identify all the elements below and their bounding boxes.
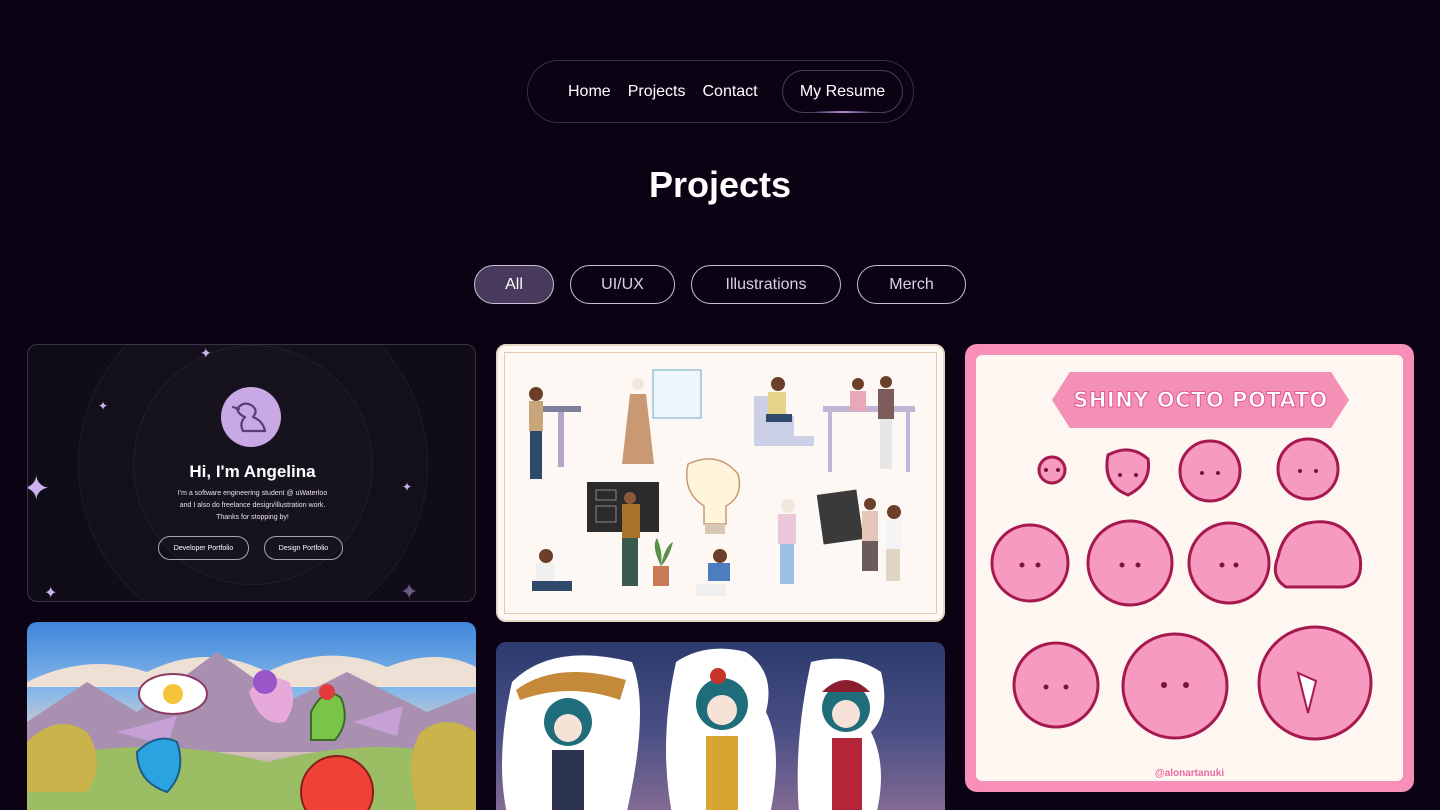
developer-portfolio-button[interactable]: Developer Portfolio: [158, 536, 249, 560]
filter-merch[interactable]: Merch: [857, 265, 966, 304]
my-resume-label: My Resume: [799, 82, 886, 100]
intro-line: and I also do freelance design/illustrat…: [179, 502, 326, 509]
bird-logo-icon: [231, 402, 267, 433]
intro-text: I'm a software engineering student @ uWa…: [28, 488, 475, 524]
avatar: [221, 387, 281, 447]
landscape-illustration-image: [27, 652, 476, 810]
filter-illustrations[interactable]: Illustrations: [691, 265, 841, 304]
intro-heading: Hi, I'm Angelina: [189, 462, 316, 481]
intro-line: I'm a software engineering student @ uWa…: [177, 490, 328, 497]
sticker-sheet-paper: SHINY OCTO POTATO @alonartanuki: [976, 355, 1403, 781]
project-card-landscape-illustration[interactable]: [27, 622, 476, 810]
design-portfolio-button[interactable]: Design Portfolio: [264, 536, 343, 560]
filter-ui-ux[interactable]: UI/UX: [570, 265, 675, 304]
project-card-character-stickers[interactable]: [496, 642, 945, 810]
sparkle-icon: ✦: [200, 345, 212, 361]
project-filters: All UI/UX Illustrations Merch: [474, 265, 966, 304]
page-title: Projects: [648, 164, 792, 205]
sparkle-icon: ✦: [98, 399, 109, 413]
nav-home-link[interactable]: Home: [568, 83, 611, 101]
resume-glow: [813, 111, 873, 113]
project-card-people-illustrations[interactable]: [496, 344, 945, 622]
sparkle-icon: ✦: [44, 585, 58, 602]
intro-line: Thanks for stopping by!: [216, 514, 289, 521]
sticker-sheet-credit: @alonartanuki: [1154, 768, 1225, 779]
filter-all[interactable]: All: [474, 265, 554, 304]
character-stickers-image: [502, 648, 885, 810]
people-illustration-image: [529, 369, 915, 596]
project-card-portfolio[interactable]: ✦ ✦ ✦ ✦ ✦ ✦ Hi, I'm Angelina I'm a softw…: [27, 344, 476, 602]
my-resume-button[interactable]: My Resume: [782, 70, 903, 113]
fruit-stickers-image: [990, 437, 1373, 741]
project-card-sticker-sheet[interactable]: SHINY OCTO POTATO @alonartanuki: [965, 344, 1414, 792]
nav-contact-link[interactable]: Contact: [702, 83, 757, 101]
nav-projects-link[interactable]: Projects: [628, 83, 686, 101]
top-nav: Home Projects Contact My Resume: [527, 60, 914, 123]
sparkle-icon: ✦: [400, 579, 419, 602]
